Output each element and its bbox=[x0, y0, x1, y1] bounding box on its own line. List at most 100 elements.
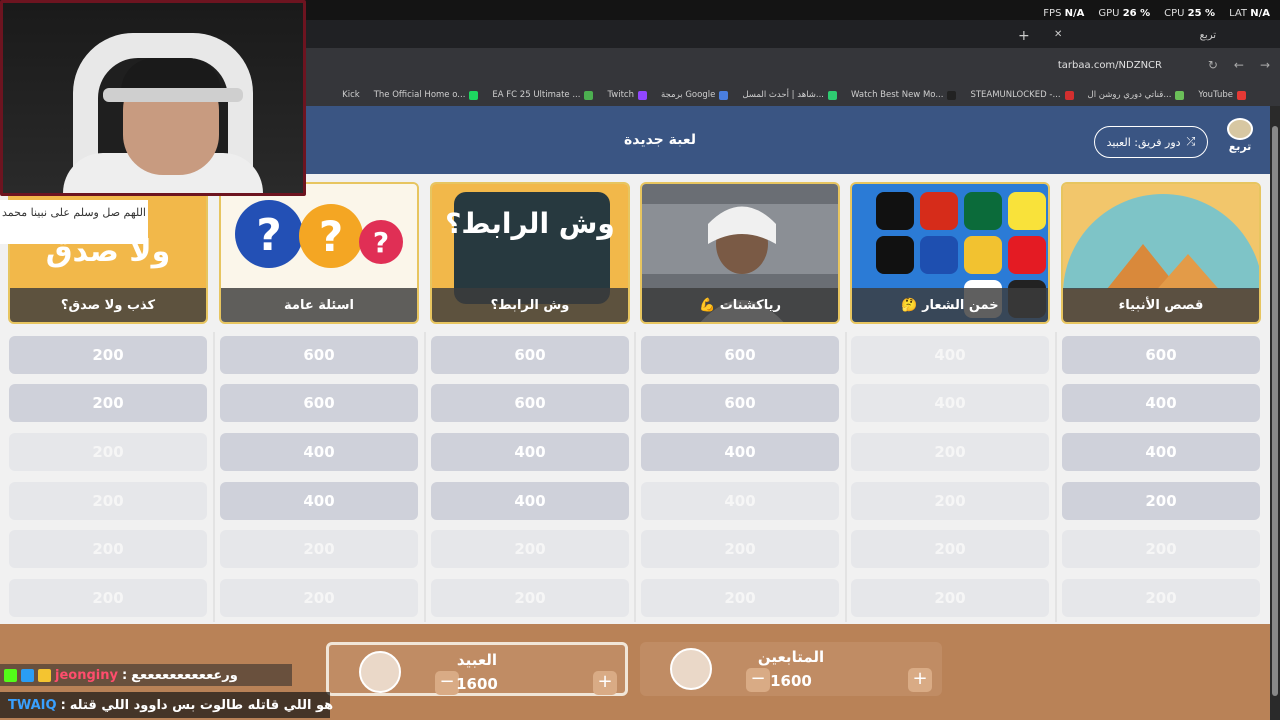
chat-message: jeonginy : ورعععععععععععع bbox=[0, 664, 292, 686]
scrollbar[interactable] bbox=[1270, 106, 1280, 720]
bookmark-shahid[interactable]: شاهد | أحدث المسل... bbox=[742, 90, 838, 100]
bookmark-twitch[interactable]: Twitch bbox=[607, 90, 647, 100]
browser-tab-bar: + ✕ تربع bbox=[300, 20, 1280, 48]
category-card-general[interactable]: ? ? ? اسئلة عامة bbox=[219, 182, 419, 324]
team-score: 1600 bbox=[456, 675, 498, 693]
bookmark-league[interactable]: قناتي دوري روشن ال... bbox=[1088, 90, 1185, 100]
tile-art-text: وش الرابط؟ bbox=[445, 207, 615, 240]
point-cell[interactable]: 400 bbox=[431, 433, 629, 471]
url-field[interactable]: tarbaa.com/NDZNCR bbox=[1058, 60, 1162, 71]
point-cell: 200 bbox=[9, 433, 207, 471]
point-cell[interactable]: 400 bbox=[220, 433, 418, 471]
forward-icon[interactable]: → bbox=[1260, 58, 1270, 72]
bookmarks-bar: YouTube قناتي دوري روشن ال... STEAMUNLOC… bbox=[300, 84, 1280, 106]
back-icon[interactable]: ← bbox=[1234, 58, 1244, 72]
kick-badge-icon bbox=[4, 668, 17, 682]
point-cell: 200 bbox=[431, 530, 629, 568]
category-card-reactions[interactable]: 💪 رياكشنات bbox=[640, 182, 840, 324]
chat-username: TWAIQ bbox=[8, 697, 57, 713]
category-card-logos[interactable]: 🤔 خمن الشعار bbox=[850, 182, 1050, 324]
twitch-icon bbox=[637, 90, 647, 100]
point-cell[interactable]: 400 bbox=[431, 482, 629, 520]
point-cell[interactable]: 600 bbox=[431, 384, 629, 422]
cpu-stat: CPU 25 % bbox=[1164, 8, 1216, 19]
point-cell[interactable]: 400 bbox=[220, 482, 418, 520]
category-label: 🤔 خمن الشعار bbox=[852, 288, 1048, 322]
shuffle-icon: ⤮ bbox=[1186, 135, 1196, 148]
browser-address-bar: tarbaa.com/NDZNCR ↻ ← → bbox=[300, 48, 1280, 84]
nav-buttons: ↻ ← → bbox=[1208, 58, 1270, 72]
increase-score-button[interactable]: + bbox=[593, 671, 617, 695]
shahid-icon bbox=[828, 90, 838, 100]
category-label: 💪 رياكشنات bbox=[642, 288, 838, 322]
point-cell[interactable]: 200 bbox=[1062, 482, 1260, 520]
team-card-followers[interactable]: المتابعين − 1600 + bbox=[640, 642, 942, 696]
chat-username: jeonginy bbox=[55, 667, 118, 683]
point-cell[interactable]: 600 bbox=[641, 336, 839, 374]
point-cell[interactable]: 400 bbox=[641, 433, 839, 471]
bookmark-ea[interactable]: EA FC 25 Ultimate ... bbox=[492, 90, 594, 100]
point-cell[interactable]: 600 bbox=[1062, 336, 1260, 374]
column-divider bbox=[213, 332, 215, 622]
point-cell[interactable]: 600 bbox=[220, 384, 418, 422]
team-score: 1600 bbox=[770, 672, 812, 690]
close-tab-icon[interactable]: ✕ bbox=[1054, 29, 1062, 40]
svg-text:?: ? bbox=[319, 212, 343, 261]
category-label: كذب ولا صدق؟ bbox=[10, 288, 206, 322]
bookmark-youtube[interactable]: YouTube bbox=[1198, 90, 1246, 100]
new-game-link[interactable]: لعبة جديدة bbox=[600, 132, 720, 148]
point-cell: 400 bbox=[641, 482, 839, 520]
point-cell[interactable]: 200 bbox=[9, 336, 207, 374]
reload-icon[interactable]: ↻ bbox=[1208, 58, 1218, 72]
category-label: اسئلة عامة bbox=[221, 288, 417, 322]
point-cell[interactable]: 400 bbox=[1062, 433, 1260, 471]
bookmark-steam[interactable]: STEAMUNLOCKED -... bbox=[970, 90, 1074, 100]
browser-tab[interactable]: + ✕ تربع bbox=[1018, 24, 1246, 46]
point-cell: 200 bbox=[851, 579, 1049, 617]
point-cell: 200 bbox=[641, 530, 839, 568]
svg-text:?: ? bbox=[373, 226, 389, 259]
youtube-icon bbox=[1237, 90, 1246, 100]
point-cell: 200 bbox=[9, 530, 207, 568]
scrollbar-thumb[interactable] bbox=[1272, 126, 1278, 696]
team-turn-button[interactable]: دور فريق: العبيد ⤮ bbox=[1094, 126, 1208, 158]
point-cell: 200 bbox=[220, 579, 418, 617]
category-label: قصص الأنبياء bbox=[1063, 288, 1259, 322]
performance-overlay: FPS N/A GPU 26 % CPU 25 % LAT N/A bbox=[1043, 8, 1270, 19]
point-cell[interactable]: 600 bbox=[220, 336, 418, 374]
badge-icon bbox=[38, 668, 51, 682]
tarbaa-logo[interactable]: تربع bbox=[1220, 118, 1260, 166]
point-cell[interactable]: 200 bbox=[9, 384, 207, 422]
point-cell[interactable]: 600 bbox=[431, 336, 629, 374]
lat-stat: LAT N/A bbox=[1229, 8, 1270, 19]
point-cell: 200 bbox=[9, 579, 207, 617]
column-divider bbox=[634, 332, 636, 622]
webcam-overlay bbox=[0, 0, 306, 196]
increase-score-button[interactable]: + bbox=[908, 668, 932, 692]
point-cell[interactable]: 600 bbox=[641, 384, 839, 422]
bookmark-movies[interactable]: Watch Best New Mo... bbox=[851, 90, 957, 100]
category-card-prophets[interactable]: قصص الأنبياء bbox=[1061, 182, 1261, 324]
logo-emblem-icon bbox=[1227, 118, 1253, 140]
steam-icon bbox=[1064, 90, 1074, 100]
point-cell: 200 bbox=[220, 530, 418, 568]
movies-icon bbox=[947, 90, 957, 100]
team-turn-label: دور فريق: العبيد bbox=[1106, 135, 1181, 149]
headphones-shape bbox=[103, 88, 243, 102]
category-card-connection[interactable]: وش الرابط؟ وش الرابط؟ bbox=[430, 182, 630, 324]
point-cell[interactable]: 400 bbox=[1062, 384, 1260, 422]
badge-icon bbox=[21, 668, 34, 682]
chat-message: TWAIQ : هو اللي قاتله طالوت بس داوود الل… bbox=[0, 692, 333, 718]
fps-stat: FPS N/A bbox=[1043, 8, 1085, 19]
category-label: وش الرابط؟ bbox=[432, 288, 628, 322]
official-icon bbox=[469, 90, 479, 100]
point-cell: 200 bbox=[851, 433, 1049, 471]
point-cell: 200 bbox=[851, 530, 1049, 568]
bookmark-kick[interactable]: Kick bbox=[342, 90, 360, 100]
new-tab-icon[interactable]: + bbox=[1018, 28, 1030, 44]
bookmark-official[interactable]: The Official Home o... bbox=[374, 90, 479, 100]
team-card-abeed[interactable]: العبيد − 1600 + bbox=[326, 642, 628, 696]
google-icon bbox=[719, 90, 729, 100]
bookmark-google[interactable]: برمجة Google bbox=[661, 90, 729, 100]
team-name: المتابعين bbox=[757, 648, 825, 666]
